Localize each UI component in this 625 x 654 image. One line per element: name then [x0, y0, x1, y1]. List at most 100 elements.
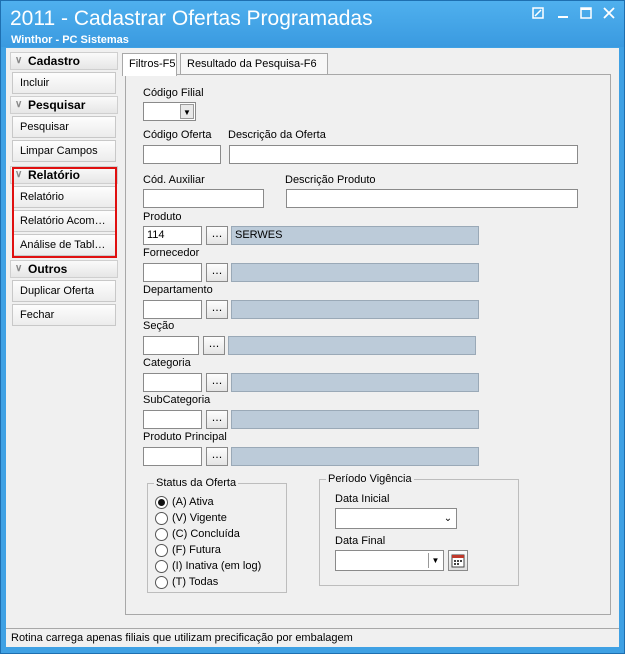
periodo-vigencia-title: Período Vigência — [326, 473, 414, 485]
app-window: 2011 - Cadastrar Ofertas Programadas Win… — [0, 0, 625, 654]
status-futura-label[interactable]: (F) Futura — [172, 544, 221, 556]
status-bar: Rotina carrega apenas filiais que utiliz… — [6, 628, 619, 647]
descricao-oferta-input[interactable] — [229, 145, 578, 164]
maximize-icon[interactable] — [576, 7, 596, 25]
pesquisar-button[interactable]: Pesquisar — [12, 116, 116, 138]
chevron-down-icon[interactable]: ⌄ — [441, 511, 455, 526]
status-inativa-radio[interactable] — [155, 560, 168, 573]
secao-description — [228, 336, 476, 355]
subcategoria-code-input[interactable] — [143, 410, 202, 429]
tab-resultado-pesquisa[interactable]: Resultado da Pesquisa-F6 — [180, 53, 328, 75]
window-title: 2011 - Cadastrar Ofertas Programadas — [10, 7, 373, 30]
sidebar-header-label: Relatório — [28, 168, 81, 182]
chevron-down-icon: ∨ — [15, 99, 23, 110]
title-bar[interactable]: 2011 - Cadastrar Ofertas Programadas Win… — [1, 1, 624, 47]
produto-principal-code-input[interactable] — [143, 447, 202, 466]
codigo-oferta-input[interactable] — [143, 145, 221, 164]
sidebar-header-cadastro[interactable]: ∨ Cadastro — [10, 52, 118, 70]
chevron-down-icon[interactable]: ▼ — [428, 553, 442, 568]
relatorio-button[interactable]: Relatório — [12, 186, 116, 208]
fechar-button[interactable]: Fechar — [12, 304, 116, 326]
descricao-produto-input[interactable] — [286, 189, 578, 208]
fornecedor-label: Fornecedor — [143, 247, 200, 259]
fornecedor-description — [231, 263, 479, 282]
codigo-filial-select[interactable]: ▼ — [143, 102, 196, 121]
fornecedor-code-input[interactable] — [143, 263, 202, 282]
codigo-oferta-label: Código Oferta — [143, 129, 212, 141]
descricao-produto-label: Descrição Produto — [285, 174, 376, 186]
sidebar-header-label: Cadastro — [28, 54, 81, 68]
departamento-code-input[interactable] — [143, 300, 202, 319]
window-subtitle: Winthor - PC Sistemas — [11, 34, 129, 46]
sidebar-group-pesquisar: ∨ Pesquisar Pesquisar Limpar Campos — [10, 96, 118, 162]
relatorio-acompanhamento-button[interactable]: Relatório Acom… — [12, 210, 116, 232]
sidebar-group-outros: ∨ Outros Duplicar Oferta Fechar — [10, 260, 118, 326]
sidebar-header-outros[interactable]: ∨ Outros — [10, 260, 118, 278]
calendar-icon — [451, 554, 465, 568]
produto-principal-label: Produto Principal — [143, 431, 227, 443]
status-todas-label[interactable]: (T) Todas — [172, 576, 218, 588]
chevron-down-icon: ∨ — [15, 169, 23, 180]
fornecedor-lookup-button[interactable]: ... — [206, 263, 228, 282]
sidebar-header-label: Pesquisar — [28, 98, 86, 112]
descricao-oferta-label: Descrição da Oferta — [228, 129, 326, 141]
data-inicial-label: Data Inicial — [335, 493, 390, 505]
data-final-label: Data Final — [335, 535, 386, 547]
subcategoria-label: SubCategoria — [143, 394, 211, 406]
categoria-lookup-button[interactable]: ... — [206, 373, 228, 392]
status-ativa-label[interactable]: (A) Ativa — [172, 496, 214, 508]
produto-code-input[interactable]: 114 — [143, 226, 202, 245]
produto-label: Produto — [143, 211, 182, 223]
sidebar: ∨ Cadastro Incluir ∨ Pesquisar Pesquisar L… — [10, 52, 118, 328]
incluir-button[interactable]: Incluir — [12, 72, 116, 94]
sidebar-group-relatorio: ∨ Relatório Relatório Relatório Acom… Aná… — [10, 166, 118, 256]
codigo-filial-label: Código Filial — [143, 87, 204, 99]
secao-label: Seção — [143, 320, 175, 332]
categoria-description — [231, 373, 479, 392]
produto-principal-description — [231, 447, 479, 466]
sidebar-group-cadastro: ∨ Cadastro Incluir — [10, 52, 118, 94]
close-icon[interactable] — [599, 7, 619, 25]
limpar-campos-button[interactable]: Limpar Campos — [12, 140, 116, 162]
produto-principal-lookup-button[interactable]: ... — [206, 447, 228, 466]
cod-auxiliar-input[interactable] — [143, 189, 264, 208]
subcategoria-description — [231, 410, 479, 429]
data-inicial-picker[interactable]: ⌄ — [335, 508, 457, 529]
departamento-label: Departamento — [143, 284, 213, 296]
subcategoria-lookup-button[interactable]: ... — [206, 410, 228, 429]
data-final-picker[interactable]: ▼ — [335, 550, 444, 571]
status-vigente-label[interactable]: (V) Vigente — [172, 512, 227, 524]
categoria-code-input[interactable] — [143, 373, 202, 392]
chevron-down-icon: ∨ — [15, 263, 23, 274]
status-oferta-group: Status da Oferta (A) Ativa (V) Vigente (… — [147, 477, 287, 593]
calendar-clear-button[interactable] — [448, 550, 468, 571]
status-concluida-label[interactable]: (C) Concluída — [172, 528, 240, 540]
restore-icon[interactable] — [528, 7, 548, 25]
chevron-down-icon: ∨ — [15, 55, 23, 66]
status-oferta-title: Status da Oferta — [154, 477, 239, 489]
duplicar-oferta-button[interactable]: Duplicar Oferta — [12, 280, 116, 302]
periodo-vigencia-group: Período Vigência Data Inicial ⌄ Data Fin… — [319, 473, 519, 586]
filters-panel: Código Filial ▼ Código Oferta Descrição … — [125, 74, 611, 615]
secao-lookup-button[interactable]: ... — [203, 336, 225, 355]
status-vigente-radio[interactable] — [155, 512, 168, 525]
status-concluida-radio[interactable] — [155, 528, 168, 541]
produto-lookup-button[interactable]: ... — [206, 226, 228, 245]
chevron-down-icon[interactable]: ▼ — [180, 104, 194, 119]
cod-auxiliar-label: Cód. Auxiliar — [143, 174, 205, 186]
sidebar-header-pesquisar[interactable]: ∨ Pesquisar — [10, 96, 118, 114]
categoria-label: Categoria — [143, 357, 191, 369]
sidebar-header-relatorio[interactable]: ∨ Relatório — [10, 166, 118, 184]
departamento-lookup-button[interactable]: ... — [206, 300, 228, 319]
status-ativa-radio[interactable] — [155, 496, 168, 509]
secao-code-input[interactable] — [143, 336, 199, 355]
status-inativa-label[interactable]: (I) Inativa (em log) — [172, 560, 261, 572]
minimize-icon[interactable] — [553, 7, 573, 25]
departamento-description — [231, 300, 479, 319]
status-futura-radio[interactable] — [155, 544, 168, 557]
client-area: ∨ Cadastro Incluir ∨ Pesquisar Pesquisar L… — [6, 48, 619, 647]
status-todas-radio[interactable] — [155, 576, 168, 589]
sidebar-header-label: Outros — [28, 262, 68, 276]
tab-filtros[interactable]: Filtros-F5 — [122, 53, 177, 76]
analise-tabela-button[interactable]: Análise de Tabl… — [12, 234, 116, 256]
